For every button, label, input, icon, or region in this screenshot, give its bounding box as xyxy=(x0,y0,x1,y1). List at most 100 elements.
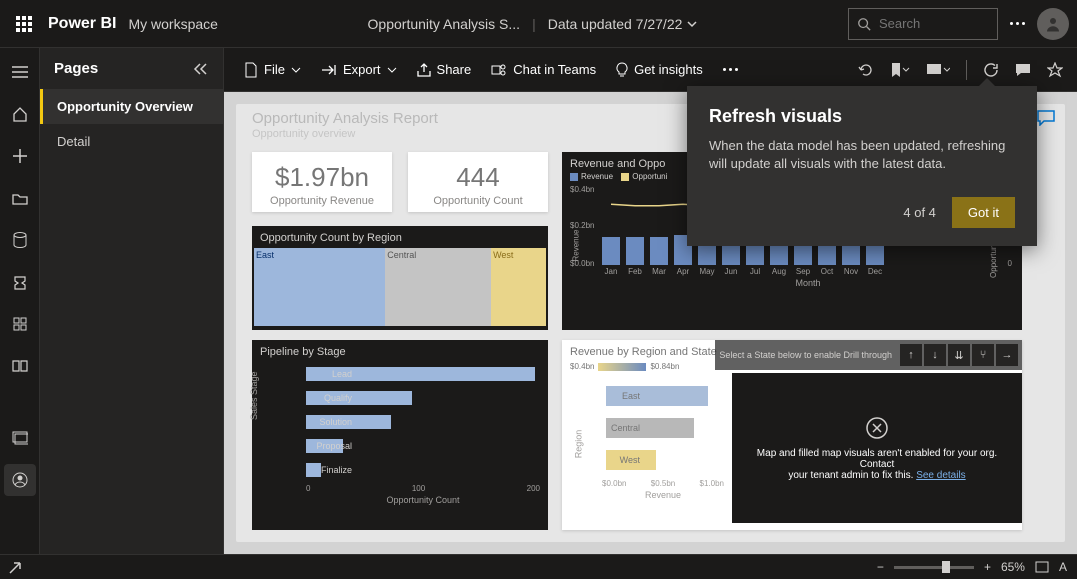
comment-icon[interactable] xyxy=(1011,59,1035,81)
separator xyxy=(966,60,967,80)
get-insights-button[interactable]: Get insights xyxy=(606,54,713,86)
comment-bubble-icon[interactable] xyxy=(1037,110,1055,126)
callout-title: Refresh visuals xyxy=(709,106,1015,127)
share-icon xyxy=(417,63,431,77)
file-menu[interactable]: File xyxy=(234,54,311,86)
expand-nav-icon[interactable] xyxy=(8,561,22,575)
zoom-in-button[interactable]: + xyxy=(984,560,991,574)
share-button[interactable]: Share xyxy=(407,54,482,86)
pipeline-bar[interactable]: Proposal xyxy=(306,436,540,456)
report-title: Opportunity Analysis Report xyxy=(252,110,438,127)
nav-data-icon[interactable] xyxy=(4,224,36,256)
kpi-revenue-card[interactable]: $1.97bnOpportunity Revenue xyxy=(252,152,392,212)
pages-title: Pages xyxy=(54,60,98,77)
region-bar[interactable]: Central xyxy=(602,415,724,441)
bookmark-dropdown[interactable] xyxy=(886,58,914,82)
zoom-out-button[interactable]: − xyxy=(877,560,884,574)
drill-up-icon[interactable]: ↑ xyxy=(900,344,922,366)
region-ylabel: Region xyxy=(573,429,583,458)
treemap-central[interactable]: Central xyxy=(385,248,491,326)
workspace-name[interactable]: My workspace xyxy=(128,16,217,32)
nav-rail xyxy=(0,48,40,554)
search-icon xyxy=(857,17,871,31)
nav-my-workspace-icon[interactable] xyxy=(4,464,36,496)
chat-teams-button[interactable]: Chat in Teams xyxy=(481,54,606,86)
breadcrumb-divider: | xyxy=(532,16,536,32)
app-launcher-icon[interactable] xyxy=(8,8,40,40)
file-icon xyxy=(244,62,258,78)
accessibility-icon[interactable]: A xyxy=(1059,560,1067,574)
region-tile[interactable]: Select a State below to enable Drill thr… xyxy=(562,340,1022,530)
nav-create-icon[interactable] xyxy=(4,140,36,172)
combo-ylabel: Revenue xyxy=(572,229,581,261)
account-avatar[interactable] xyxy=(1037,8,1069,40)
status-bar: − + 65% A xyxy=(0,554,1077,579)
teams-icon xyxy=(491,63,507,77)
pipeline-xlabel: Opportunity Count xyxy=(306,495,540,505)
kpi-count-value: 444 xyxy=(408,162,548,193)
error-icon xyxy=(865,416,889,440)
region-bar[interactable]: West xyxy=(602,447,724,473)
drill-next-icon[interactable]: → xyxy=(996,344,1018,366)
pipeline-bar[interactable]: Solution xyxy=(306,412,540,432)
map-error-link[interactable]: See details xyxy=(916,470,965,481)
bulb-icon xyxy=(616,62,628,78)
callout-body: When the data model has been updated, re… xyxy=(709,137,1015,173)
reset-icon[interactable] xyxy=(854,58,878,82)
nav-browse-icon[interactable] xyxy=(4,182,36,214)
combo-xlabel: Month xyxy=(602,278,1014,288)
teaching-callout: Refresh visuals When the data model has … xyxy=(687,86,1037,246)
more-options-icon[interactable] xyxy=(1010,22,1025,25)
nav-apps-icon[interactable] xyxy=(4,308,36,340)
treemap-east[interactable]: East xyxy=(254,248,385,326)
pipeline-bar[interactable]: Lead xyxy=(306,364,540,384)
data-updated-dropdown[interactable]: Data updated 7/27/22 xyxy=(548,16,699,32)
drill-hint: Select a State below to enable Drill thr… xyxy=(719,350,898,360)
kpi-count-card[interactable]: 444 Opportunity Count xyxy=(408,152,548,212)
person-icon xyxy=(1044,15,1062,33)
combo-bar[interactable] xyxy=(650,237,668,265)
kpi-revenue-value: $1.97bn xyxy=(252,162,392,193)
pipeline-bar[interactable]: Finalize xyxy=(306,460,540,480)
pages-pane: Pages Opportunity Overview Detail xyxy=(40,48,224,554)
kpi-count-label: Opportunity Count xyxy=(408,195,548,207)
combo-bar[interactable] xyxy=(602,237,620,265)
fit-page-icon[interactable] xyxy=(1035,561,1049,573)
nav-menu-icon[interactable] xyxy=(4,56,36,88)
search-input[interactable] xyxy=(879,16,979,31)
page-item-detail[interactable]: Detail xyxy=(40,124,223,159)
callout-step: 4 of 4 xyxy=(903,205,936,220)
region-bar[interactable]: East xyxy=(602,383,724,409)
pipeline-bar[interactable]: Qualify xyxy=(306,388,540,408)
pipeline-title: Pipeline by Stage xyxy=(252,340,548,360)
view-dropdown[interactable] xyxy=(922,59,954,81)
treemap-title: Opportunity Count by Region xyxy=(252,226,548,246)
page-item-overview[interactable]: Opportunity Overview xyxy=(40,89,223,124)
callout-gotit-button[interactable]: Got it xyxy=(952,197,1015,228)
drill-expand-icon[interactable]: ⇊ xyxy=(948,344,970,366)
chevron-down-icon xyxy=(291,65,301,75)
nav-home-icon[interactable] xyxy=(4,98,36,130)
collapse-pane-icon[interactable] xyxy=(193,63,209,75)
nav-goals-icon[interactable] xyxy=(4,266,36,298)
treemap-tile[interactable]: Opportunity Count by Region East Central… xyxy=(252,226,548,330)
nav-learn-icon[interactable] xyxy=(4,350,36,382)
drill-down-icon[interactable]: ↓ xyxy=(924,344,946,366)
search-box[interactable] xyxy=(848,8,998,40)
more-commands-icon[interactable] xyxy=(723,68,738,71)
breadcrumb: Opportunity Analysis S... | Data updated… xyxy=(218,16,848,32)
map-error-card: Map and filled map visuals aren't enable… xyxy=(732,373,1022,523)
favorite-icon[interactable] xyxy=(1043,58,1067,82)
zoom-slider[interactable] xyxy=(894,566,974,569)
pipeline-tile[interactable]: Pipeline by Stage Sales Stage LeadQualif… xyxy=(252,340,548,530)
combo-bar[interactable] xyxy=(626,237,644,265)
zoom-value: 65% xyxy=(1001,560,1025,574)
product-brand: Power BI xyxy=(48,15,116,33)
chevron-down-icon xyxy=(686,18,698,30)
drill-fork-icon[interactable]: ⑂ xyxy=(972,344,994,366)
export-menu[interactable]: Export xyxy=(311,54,407,86)
chevron-down-icon xyxy=(387,65,397,75)
treemap-west[interactable]: West xyxy=(491,248,546,326)
report-name[interactable]: Opportunity Analysis S... xyxy=(368,16,521,32)
nav-workspaces-icon[interactable] xyxy=(4,422,36,454)
